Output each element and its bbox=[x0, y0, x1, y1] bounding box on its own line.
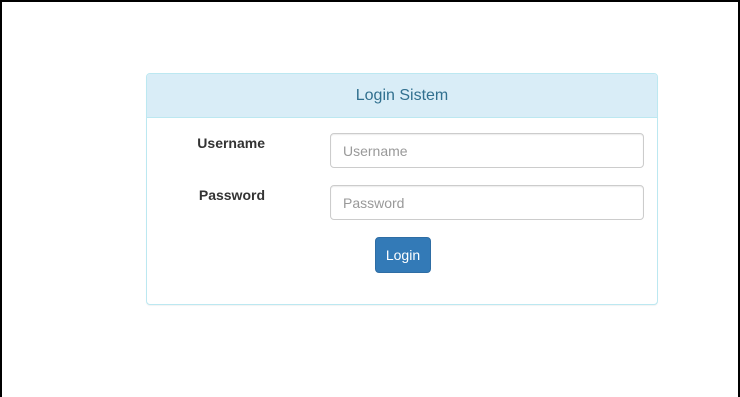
password-row: Password bbox=[147, 185, 657, 220]
username-input[interactable] bbox=[330, 133, 644, 168]
password-input[interactable] bbox=[330, 185, 644, 220]
username-label: Username bbox=[197, 135, 265, 151]
username-row: Username bbox=[147, 133, 657, 168]
panel-title: Login Sistem bbox=[147, 74, 657, 118]
login-button[interactable]: Login bbox=[375, 237, 431, 273]
login-panel: Login Sistem Username Password Login bbox=[146, 73, 658, 305]
password-label: Password bbox=[198, 187, 265, 203]
